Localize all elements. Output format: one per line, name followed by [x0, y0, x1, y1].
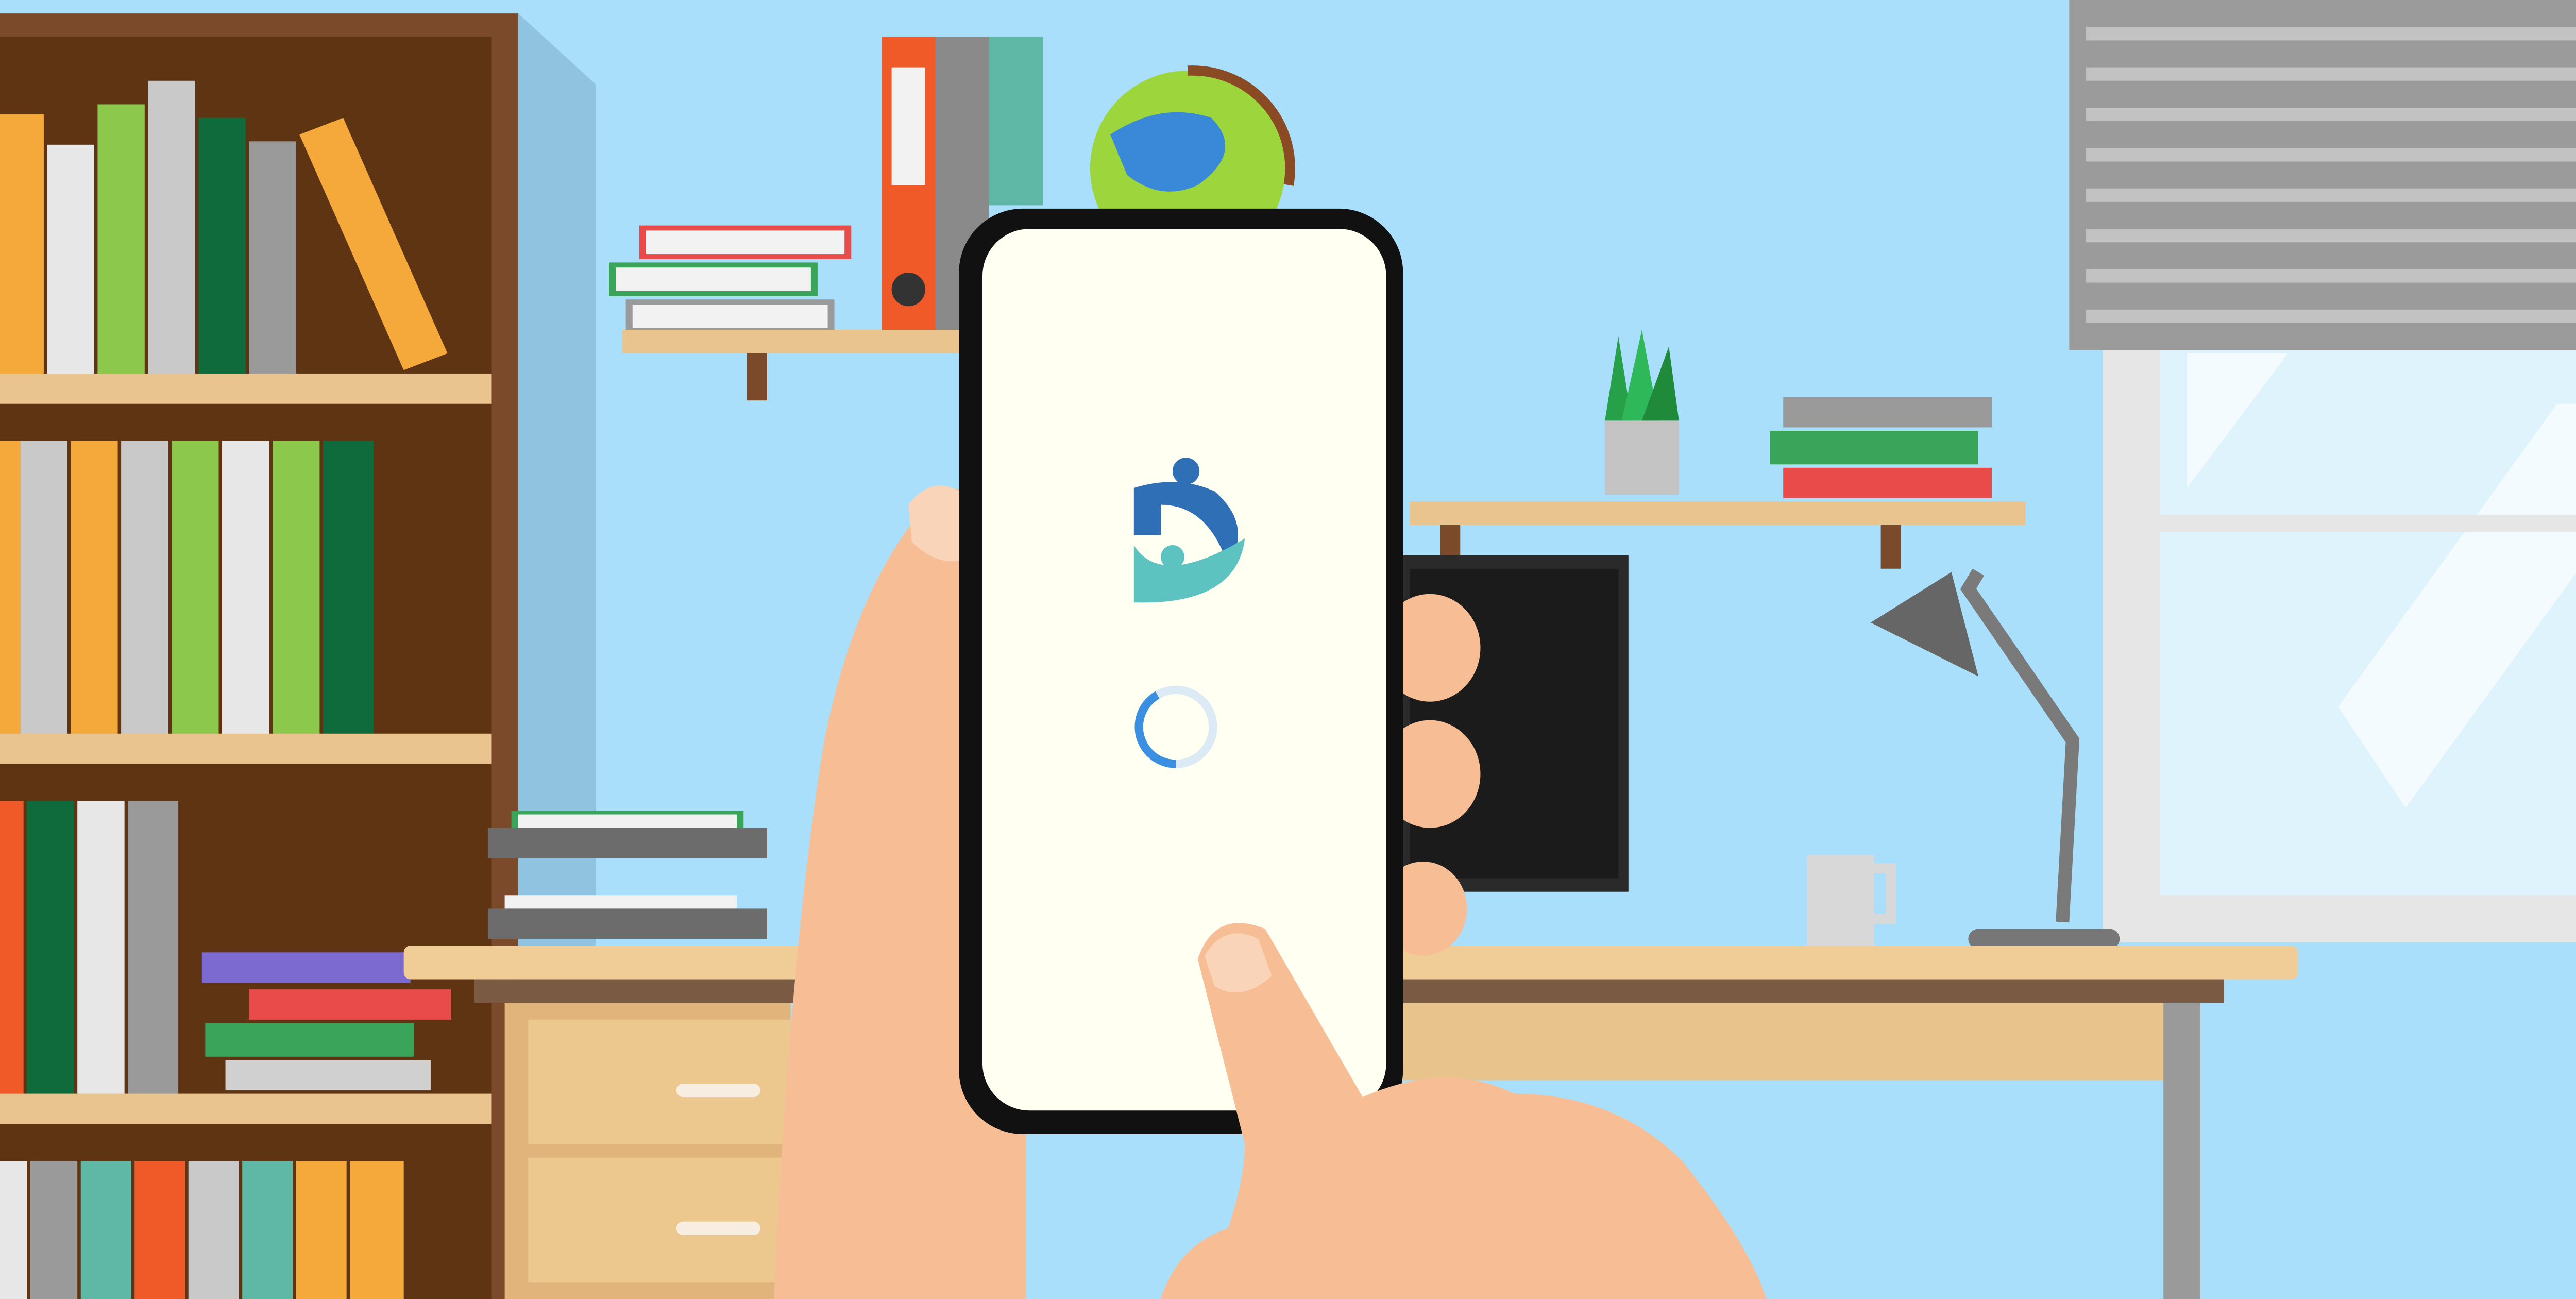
- office-scene-illustration: [0, 0, 2576, 1299]
- app-screen: [982, 229, 1386, 1111]
- window: [2069, 0, 2576, 942]
- phone: [959, 208, 1403, 1134]
